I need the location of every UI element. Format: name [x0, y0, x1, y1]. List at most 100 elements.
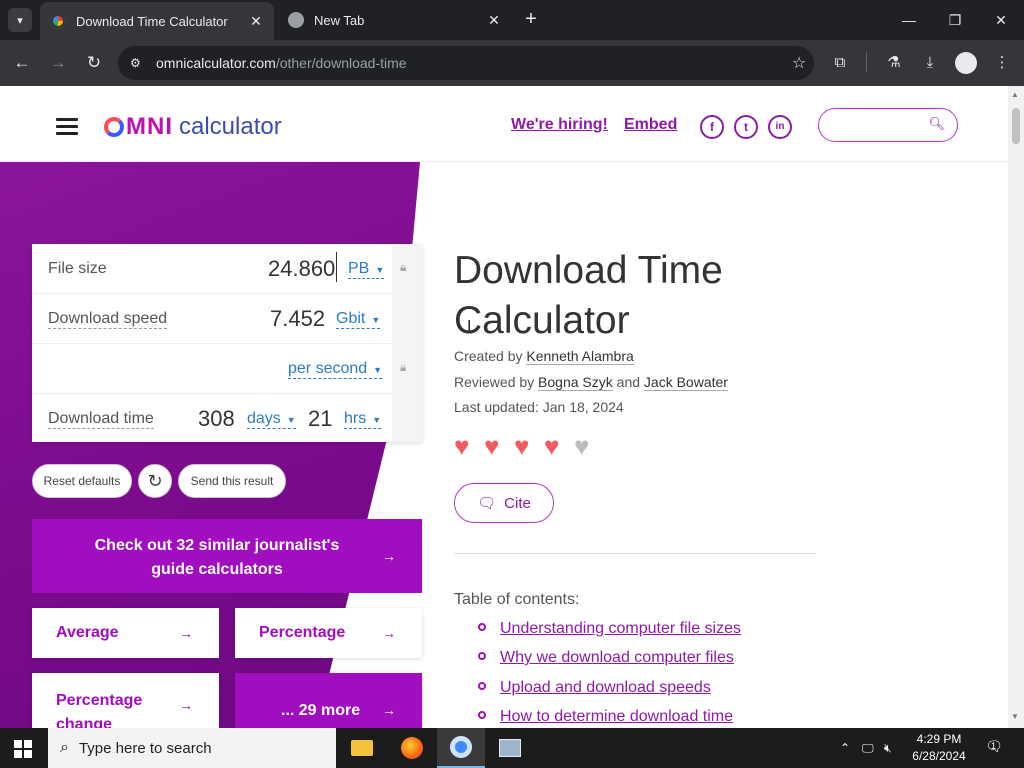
menu-kebab-icon[interactable]: ⋮ [990, 51, 1014, 75]
half-heart-icon[interactable]: ♥ [574, 433, 599, 459]
download-speed-unit-select[interactable]: Gbit ▼ [336, 310, 381, 329]
tile-more[interactable]: ... 29 more → [235, 673, 422, 728]
firefox-icon[interactable] [388, 728, 436, 768]
extensions-icon[interactable]: ⧉ [828, 51, 852, 75]
windows-taskbar: ⌕ Type here to search ⌃ 🖵︎ 🔇︎ 4:29 PM 6/… [0, 728, 1024, 768]
tab-title: Download Time Calculator [76, 13, 228, 29]
url-text: omnicalculator.com/other/download-time [156, 55, 407, 71]
labs-flask-icon[interactable]: ⚗ [882, 51, 906, 75]
forward-arrow-icon[interactable]: → [46, 51, 70, 75]
toc-item[interactable]: How to determine download time [478, 708, 733, 726]
file-size-label: File size [48, 260, 107, 277]
close-icon[interactable]: ✕ [246, 13, 266, 30]
page-scrollbar[interactable]: ▲ ▼ [1008, 86, 1024, 728]
lock-icon[interactable]: 🔒︎ [400, 360, 406, 375]
download-time-label: Download time [48, 410, 154, 429]
scroll-up-icon[interactable]: ▲ [1011, 90, 1019, 99]
heart-icon[interactable]: ♥ [514, 433, 539, 459]
rating-hearts[interactable]: ♥ ♥ ♥ ♥ ♥ [454, 433, 599, 459]
arrow-right-icon: → [179, 697, 193, 713]
tab-download-time[interactable]: Download Time Calculator ✕ [40, 2, 274, 40]
globe-icon [288, 12, 304, 28]
hiring-link[interactable]: We're hiring! [511, 116, 608, 134]
window-close-icon[interactable]: ✕ [986, 8, 1016, 32]
toolbar-separator [866, 52, 867, 72]
omni-logo-o-icon [104, 117, 124, 137]
download-time-hrs-input[interactable]: 21 [308, 406, 332, 432]
file-explorer-icon[interactable] [338, 728, 386, 768]
tab-search-icon[interactable]: ▾ [8, 8, 32, 32]
file-size-unit-select[interactable]: PB ▼ [348, 260, 385, 279]
created-by: Created by Kenneth Alambra [454, 348, 634, 365]
chrome-icon[interactable] [437, 728, 485, 768]
per-time-unit-select[interactable]: per second ▼ [288, 360, 383, 379]
address-bar[interactable]: ⚙ omnicalculator.com/other/download-time… [118, 46, 814, 80]
send-result-button[interactable]: Send this result [178, 464, 286, 498]
profile-avatar-icon[interactable] [955, 52, 977, 74]
new-tab-plus-icon[interactable]: + [520, 8, 542, 30]
notifications-icon[interactable]: 🗨︎ 1 [984, 738, 1004, 758]
reviewed-by: Reviewed by Bogna Szyk and Jack Bowater [454, 374, 728, 391]
omni-logo[interactable]: MNI calculator [104, 112, 282, 142]
facebook-icon[interactable]: f [700, 115, 724, 139]
close-icon[interactable]: ✕ [484, 12, 504, 29]
heart-icon[interactable]: ♥ [484, 433, 509, 459]
reload-icon[interactable]: ↻ [82, 51, 106, 75]
tile-percentage-change[interactable]: Percentage change → [32, 673, 219, 728]
windows-start-icon[interactable] [14, 740, 32, 758]
tile-percentage[interactable]: Percentage → [235, 608, 422, 658]
file-size-input[interactable]: 24.860 [268, 256, 335, 282]
twitter-icon[interactable]: t [734, 115, 758, 139]
scroll-thumb[interactable] [1012, 108, 1020, 144]
toc-item[interactable]: Understanding computer file sizes [478, 620, 741, 638]
download-speed-input[interactable]: 7.452 [270, 306, 325, 332]
days-unit-select[interactable]: days ▼ [247, 410, 296, 429]
embed-link[interactable]: Embed [624, 116, 677, 134]
toc-item[interactable]: Upload and download speeds [478, 679, 711, 697]
hamburger-menu-icon[interactable] [56, 118, 78, 135]
reviewer-link[interactable]: Jack Bowater [643, 374, 728, 391]
tab-new-tab[interactable]: New Tab ✕ [278, 0, 512, 40]
back-arrow-icon[interactable]: ← [10, 51, 34, 75]
refresh-icon[interactable]: ↻ [138, 464, 172, 498]
download-time-days-input[interactable]: 308 [198, 406, 235, 432]
author-link[interactable]: Kenneth Alambra [526, 348, 634, 365]
download-speed-label: Download speed [48, 310, 168, 329]
linkedin-icon[interactable]: in [768, 115, 792, 139]
show-hidden-icons-icon[interactable]: ⌃ [840, 728, 850, 768]
bookmark-star-icon[interactable]: ☆ [784, 53, 814, 73]
reviewer-link[interactable]: Bogna Szyk [538, 374, 613, 391]
download-icon[interactable]: ⤓ [918, 51, 942, 75]
text-cursor-icon: I [467, 318, 472, 335]
volume-muted-icon[interactable]: 🔇︎ [884, 728, 892, 768]
text-caret [336, 252, 337, 282]
taskbar-search-input[interactable]: ⌕ Type here to search [48, 728, 336, 768]
arrow-right-icon: → [382, 548, 396, 564]
cite-button[interactable]: 🗨︎ Cite [454, 483, 554, 523]
browser-tabbar: ▾ Download Time Calculator ✕ New Tab ✕ +… [0, 0, 1024, 40]
last-updated: Last updated: Jan 18, 2024 [454, 399, 624, 415]
site-search-input[interactable]: 🔍︎ [818, 108, 958, 142]
arrow-right-icon: → [382, 625, 396, 641]
lock-icon[interactable]: 🔒︎ [400, 260, 406, 275]
window-app-icon[interactable] [486, 728, 534, 768]
file-size-row: File size 24.860 PB ▼ [32, 244, 392, 294]
tile-average[interactable]: Average → [32, 608, 219, 658]
comment-icon: 🗨︎ [477, 495, 497, 512]
hrs-unit-select[interactable]: hrs ▼ [344, 410, 382, 429]
toc-item[interactable]: Why we download computer files [478, 649, 734, 667]
heart-icon[interactable]: ♥ [544, 433, 569, 459]
network-icon[interactable]: 🖵︎ [862, 728, 874, 768]
toc-title: Table of contents: [454, 591, 580, 608]
site-settings-icon[interactable]: ⚙ [130, 56, 148, 70]
download-time-row: Download time 308 days ▼ 21 hrs ▼ [32, 394, 392, 444]
taskbar-clock[interactable]: 4:29 PM 6/28/2024 [906, 731, 972, 765]
browser-toolbar: ← → ↻ ⚙ omnicalculator.com/other/downloa… [0, 40, 1024, 86]
minimize-icon[interactable]: — [894, 8, 924, 32]
scroll-down-icon[interactable]: ▼ [1011, 712, 1019, 721]
reset-defaults-button[interactable]: Reset defaults [32, 464, 132, 498]
restore-icon[interactable]: ❐ [940, 8, 970, 32]
heart-icon[interactable]: ♥ [454, 433, 479, 459]
search-icon[interactable]: 🔍︎ [928, 116, 945, 132]
similar-calculators-button[interactable]: Check out 32 similar journalist's guide … [32, 519, 422, 593]
